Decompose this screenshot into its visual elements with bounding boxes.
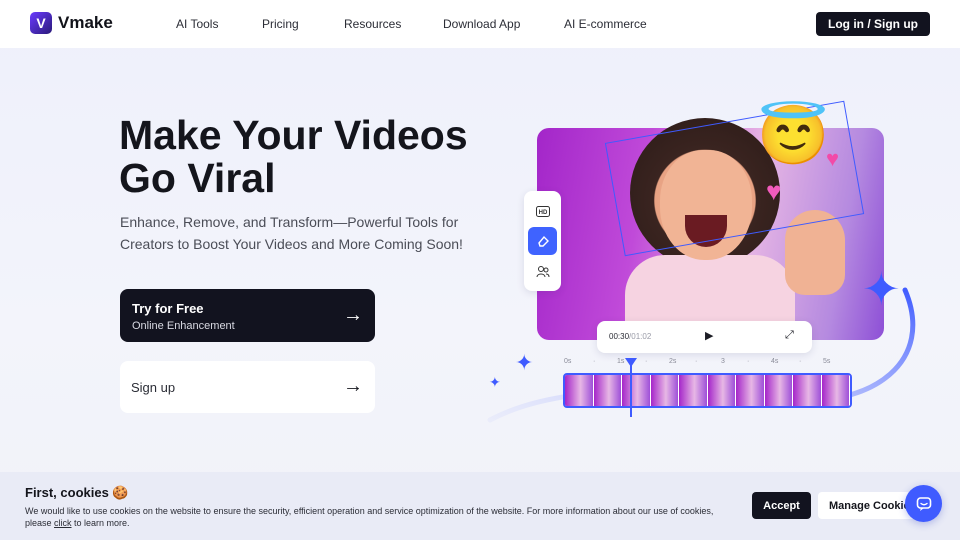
arrow-right-icon: → [343,304,363,326]
cookie-banner-text: We would like to use cookies on the webs… [25,505,730,529]
login-signup-button[interactable]: Log in / Sign up [816,12,930,36]
site-header: V Vmake AI Tools Pricing Resources Downl… [0,0,960,48]
ruler-tick: 5s [823,358,831,365]
cookie-policy-link[interactable]: click [54,518,72,528]
accept-cookies-button[interactable]: Accept [752,492,811,519]
filmstrip-frame [650,375,679,406]
nav-item-ai-ecommerce[interactable]: AI E-commerce [564,17,647,31]
sign-up-label: Sign up [131,380,176,395]
filmstrip-frame [593,375,622,406]
ruler-tick: 4s [771,358,779,365]
filmstrip-frame [707,375,736,406]
fullscreen-icon[interactable]: ⤢ [785,329,794,342]
sparkle-icon: ✦ [862,263,901,315]
ruler-tick: 3 [721,358,725,365]
filmstrip-frame [793,375,822,406]
arrow-right-icon: → [343,375,363,397]
playback-time: 00:30/01:02 [609,332,651,341]
ruler-tick: · [695,358,698,365]
timeline-ruler: 0s · 1s · 2s · 3 · 4s · 5s [563,358,853,370]
hd-label: HD [538,210,547,216]
ruler-tick: · [799,358,802,365]
chat-support-button[interactable] [905,485,942,522]
ruler-tick: 2s [669,358,677,365]
heart-icon: ♥ [766,176,782,206]
video-filmstrip[interactable] [563,373,852,408]
try-for-free-label: Try for Free [132,301,204,316]
timeline-playhead[interactable] [630,360,632,417]
sparkle-icon: ✦ [515,350,534,375]
total-time: /01:02 [629,332,652,341]
sparkle-icon: ✦ [489,374,501,390]
video-player-controls: 00:30/01:02 ▶ ⤢ [597,321,812,353]
nav-item-resources[interactable]: Resources [344,17,401,31]
cookie-banner: First, cookies 🍪 We would like to use co… [0,472,960,540]
heart-icon: ♥ [826,146,840,171]
play-icon[interactable]: ▶ [705,329,713,342]
filmstrip-frame [622,375,651,406]
ruler-tick: · [593,358,596,365]
online-enhancement-label: Online Enhancement [132,320,235,332]
try-for-free-button[interactable]: Try for Free Online Enhancement → [120,289,375,342]
cookie-banner-title: First, cookies 🍪 [25,485,129,500]
filmstrip-frame [565,375,594,406]
sign-up-button[interactable]: Sign up → [120,361,375,413]
ruler-tick: 0s [564,358,572,365]
hd-icon[interactable]: HD [528,197,557,225]
nav-item-download-app[interactable]: Download App [443,17,520,31]
halo-emoji-icon: 😇 [757,103,830,168]
hero-title: Make Your Videos Go Viral [119,112,468,201]
cookie-text-tail: to learn more. [71,518,130,528]
ruler-tick: · [747,358,750,365]
hero-subtitle: Enhance, Remove, and Transform—Powerful … [120,214,463,252]
filmstrip-frame [679,375,708,406]
nav-item-pricing[interactable]: Pricing [262,17,299,31]
filmstrip-frame [821,375,850,406]
current-time: 00:30 [609,332,630,341]
ruler-tick: · [645,358,648,365]
filmstrip-frame [736,375,765,406]
playhead-handle[interactable] [625,358,637,367]
filmstrip-frame [764,375,793,406]
nav-item-ai-tools[interactable]: AI Tools [176,17,218,31]
chat-icon [916,496,931,511]
people-icon[interactable] [528,257,557,285]
eraser-icon[interactable] [528,227,557,255]
ruler-tick: 1s [617,358,625,365]
tool-rail: HD [524,191,561,291]
